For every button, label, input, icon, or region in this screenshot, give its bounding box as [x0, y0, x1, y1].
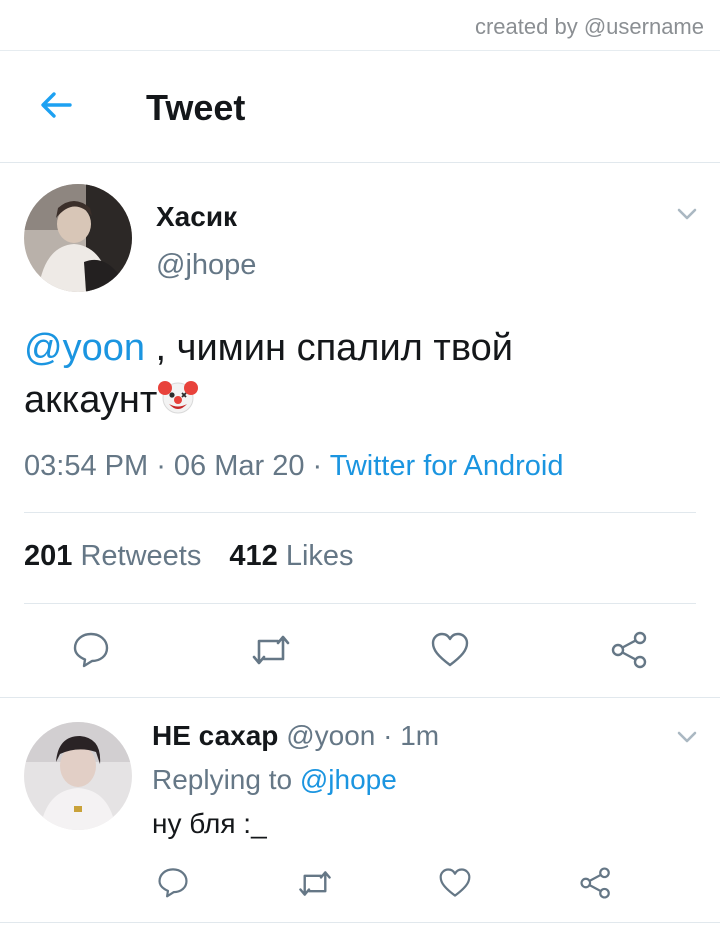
chevron-down-icon — [677, 731, 697, 743]
reply-text: ну бля :_ — [152, 808, 267, 839]
reply-menu-button[interactable] — [674, 724, 700, 750]
likes-stat[interactable]: 412 Likes — [229, 540, 353, 572]
heart-icon — [431, 632, 469, 667]
replying-to-link[interactable]: @jhope — [300, 764, 397, 795]
credit-label: created by @username — [474, 14, 704, 39]
header-divider — [0, 162, 720, 163]
comment-icon — [158, 868, 188, 898]
likes-label: Likes — [285, 540, 354, 572]
share-icon — [611, 631, 647, 669]
reply-avatar[interactable] — [24, 722, 132, 830]
reply-reply-button[interactable] — [157, 866, 189, 898]
avatar[interactable] — [24, 184, 132, 292]
retweet-icon — [252, 635, 290, 665]
clown-face-icon — [157, 376, 199, 418]
tweet-stats: 201 Retweets 412 Likes — [24, 540, 354, 573]
tweet-date: 06 Mar 20 — [173, 450, 305, 482]
avatar-photo-icon — [24, 184, 132, 292]
reply-author-name[interactable]: НЕ сахар — [152, 720, 278, 751]
header: Tweet — [0, 51, 720, 162]
author-handle[interactable]: @jhope — [156, 249, 256, 282]
share-icon — [580, 867, 610, 899]
reply-author-handle[interactable]: @yoon — [286, 720, 375, 751]
likes-count: 412 — [229, 540, 278, 572]
retweet-button[interactable] — [250, 632, 292, 668]
heart-icon — [439, 868, 471, 897]
meta-separator: · — [304, 450, 330, 482]
meta-divider — [24, 512, 696, 513]
mention-link[interactable]: @yoon — [24, 327, 145, 369]
bottom-divider — [0, 922, 720, 923]
tweet-text-line2: аккаунт — [24, 379, 158, 421]
tweet-time: 03:54 PM — [24, 450, 149, 482]
page-title: Tweet — [146, 87, 246, 128]
reply-header: НЕ сахар @yoon · 1m — [152, 720, 439, 752]
replying-to: Replying to @jhope — [152, 764, 397, 796]
meta-separator: · — [148, 450, 174, 482]
retweets-stat[interactable]: 201 Retweets — [24, 540, 201, 572]
actions-divider — [0, 697, 720, 698]
reply-share-button[interactable] — [579, 866, 613, 900]
back-button[interactable] — [36, 85, 76, 125]
replying-prefix: Replying to — [152, 764, 300, 795]
tweet-meta: 03:54 PM · 06 Mar 20 · Twitter for Andro… — [24, 450, 563, 483]
author-name[interactable]: Хасик — [156, 201, 237, 233]
retweets-count: 201 — [24, 540, 73, 572]
tweet-text: @yoon , чимин спалил твой аккаунт — [24, 322, 664, 426]
tweet-source-link[interactable]: Twitter for Android — [330, 450, 564, 482]
reply-button[interactable] — [72, 630, 110, 668]
reply-separator: · — [375, 720, 401, 751]
reply-like-button[interactable] — [438, 867, 472, 899]
like-button[interactable] — [430, 631, 470, 669]
avatar-photo-icon — [24, 722, 132, 830]
retweet-icon — [299, 871, 331, 896]
retweets-label: Retweets — [80, 540, 202, 572]
arrow-left-icon — [41, 92, 72, 118]
reply-time: 1m — [400, 720, 440, 751]
chevron-down-icon — [677, 208, 697, 220]
stats-divider — [24, 603, 696, 604]
reply-retweet-button[interactable] — [297, 868, 333, 899]
tweet-text-line1: , чимин спалил твой — [144, 327, 513, 369]
comment-icon — [73, 632, 109, 668]
share-button[interactable] — [610, 630, 650, 670]
tweet-menu-button[interactable] — [674, 201, 700, 227]
